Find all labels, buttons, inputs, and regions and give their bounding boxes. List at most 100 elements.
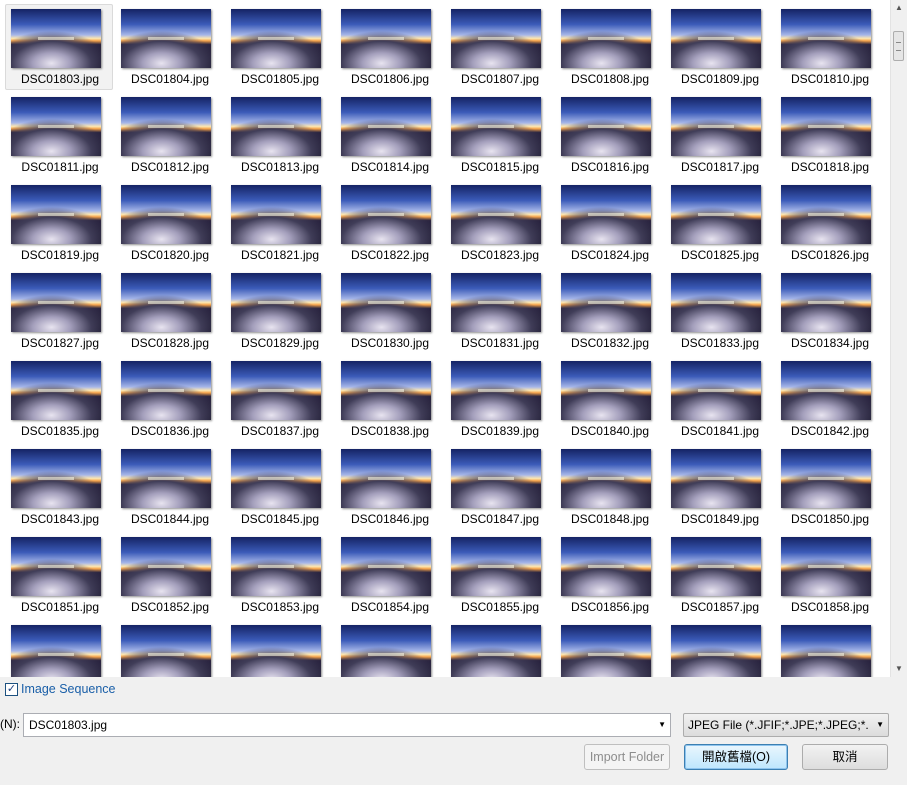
thumbnail-image bbox=[11, 361, 101, 420]
file-thumbnail[interactable] bbox=[665, 620, 773, 677]
file-thumbnail[interactable]: DSC01843.jpg bbox=[5, 444, 113, 530]
file-thumbnail[interactable]: DSC01839.jpg bbox=[445, 356, 553, 442]
file-thumbnail[interactable]: DSC01812.jpg bbox=[115, 92, 223, 178]
file-thumbnail[interactable]: DSC01808.jpg bbox=[555, 4, 663, 90]
file-thumbnail[interactable]: DSC01833.jpg bbox=[665, 268, 773, 354]
file-thumbnail[interactable]: DSC01853.jpg bbox=[225, 532, 333, 618]
file-thumbnail[interactable]: DSC01828.jpg bbox=[115, 268, 223, 354]
scrollbar-thumb[interactable] bbox=[893, 31, 904, 61]
file-thumbnail[interactable]: DSC01819.jpg bbox=[5, 180, 113, 266]
thumbnail-image bbox=[451, 273, 541, 332]
file-thumbnail[interactable]: DSC01818.jpg bbox=[775, 92, 883, 178]
file-thumbnail[interactable]: DSC01803.jpg bbox=[5, 4, 113, 90]
thumbnail-image bbox=[671, 625, 761, 677]
file-thumbnail[interactable]: DSC01856.jpg bbox=[555, 532, 663, 618]
file-name-label: DSC01811.jpg bbox=[21, 160, 99, 174]
file-thumbnail[interactable] bbox=[115, 620, 223, 677]
file-thumbnail[interactable]: DSC01840.jpg bbox=[555, 356, 663, 442]
file-thumbnail[interactable]: DSC01837.jpg bbox=[225, 356, 333, 442]
open-button[interactable]: 開啟舊檔(O) bbox=[684, 744, 788, 770]
file-thumbnail[interactable]: DSC01820.jpg bbox=[115, 180, 223, 266]
file-thumbnail[interactable]: DSC01821.jpg bbox=[225, 180, 333, 266]
file-name-label: DSC01826.jpg bbox=[790, 248, 870, 262]
file-thumbnail[interactable]: DSC01827.jpg bbox=[5, 268, 113, 354]
file-thumbnail[interactable]: DSC01848.jpg bbox=[555, 444, 663, 530]
thumbnail-image bbox=[121, 625, 211, 677]
file-thumbnail-grid[interactable]: DSC01803.jpg DSC01804.jpg DSC01805.jpg DSC0… bbox=[0, 0, 890, 677]
vertical-scrollbar[interactable]: ▲ ▼ bbox=[890, 0, 907, 677]
file-thumbnail[interactable]: DSC01816.jpg bbox=[555, 92, 663, 178]
thumbnail-image bbox=[671, 361, 761, 420]
thumbnail-image bbox=[671, 449, 761, 508]
file-thumbnail[interactable]: DSC01804.jpg bbox=[115, 4, 223, 90]
file-thumbnail[interactable]: DSC01857.jpg bbox=[665, 532, 773, 618]
file-name-label: DSC01823.jpg bbox=[460, 248, 540, 262]
file-thumbnail[interactable]: DSC01809.jpg bbox=[665, 4, 773, 90]
file-thumbnail[interactable]: DSC01835.jpg bbox=[5, 356, 113, 442]
file-thumbnail[interactable] bbox=[335, 620, 443, 677]
import-folder-button[interactable]: Import Folder bbox=[584, 744, 670, 770]
file-thumbnail[interactable]: DSC01855.jpg bbox=[445, 532, 553, 618]
file-thumbnail[interactable]: DSC01850.jpg bbox=[775, 444, 883, 530]
file-name-label: DSC01836.jpg bbox=[130, 424, 210, 438]
file-thumbnail[interactable]: DSC01851.jpg bbox=[5, 532, 113, 618]
thumbnail-image bbox=[451, 537, 541, 596]
file-thumbnail[interactable]: DSC01832.jpg bbox=[555, 268, 663, 354]
file-thumbnail[interactable]: DSC01822.jpg bbox=[335, 180, 443, 266]
file-thumbnail[interactable] bbox=[445, 620, 553, 677]
file-name-label: DSC01829.jpg bbox=[240, 336, 320, 350]
chevron-down-icon[interactable]: ▼ bbox=[658, 720, 666, 729]
file-thumbnail[interactable]: DSC01807.jpg bbox=[445, 4, 553, 90]
file-thumbnail[interactable]: DSC01845.jpg bbox=[225, 444, 333, 530]
file-thumbnail[interactable] bbox=[555, 620, 663, 677]
file-name-label: DSC01857.jpg bbox=[680, 600, 760, 614]
file-thumbnail[interactable]: DSC01858.jpg bbox=[775, 532, 883, 618]
file-thumbnail[interactable]: DSC01824.jpg bbox=[555, 180, 663, 266]
file-name-label: DSC01846.jpg bbox=[350, 512, 430, 526]
file-type-value: JPEG File (*.JFIF;*.JPE;*.JPEG;*.JPG) bbox=[688, 718, 868, 732]
file-thumbnail[interactable]: DSC01831.jpg bbox=[445, 268, 553, 354]
file-thumbnail[interactable]: DSC01842.jpg bbox=[775, 356, 883, 442]
file-thumbnail[interactable]: DSC01841.jpg bbox=[665, 356, 773, 442]
chevron-down-icon[interactable]: ▼ bbox=[876, 720, 884, 729]
file-thumbnail[interactable]: DSC01838.jpg bbox=[335, 356, 443, 442]
filename-value[interactable]: DSC01803.jpg bbox=[29, 718, 107, 732]
scroll-up-arrow-icon[interactable]: ▲ bbox=[891, 0, 907, 16]
file-thumbnail[interactable] bbox=[775, 620, 883, 677]
file-thumbnail[interactable]: DSC01834.jpg bbox=[775, 268, 883, 354]
filename-input[interactable]: DSC01803.jpg ▼ bbox=[23, 713, 671, 737]
file-thumbnail[interactable]: DSC01836.jpg bbox=[115, 356, 223, 442]
file-thumbnail[interactable]: DSC01846.jpg bbox=[335, 444, 443, 530]
file-thumbnail[interactable]: DSC01823.jpg bbox=[445, 180, 553, 266]
image-sequence-label[interactable]: Image Sequence bbox=[21, 682, 116, 696]
image-sequence-checkbox[interactable]: ✓ bbox=[5, 683, 18, 696]
file-thumbnail[interactable] bbox=[5, 620, 113, 677]
file-thumbnail[interactable]: DSC01813.jpg bbox=[225, 92, 333, 178]
thumbnail-image bbox=[781, 625, 871, 677]
file-thumbnail[interactable]: DSC01817.jpg bbox=[665, 92, 773, 178]
file-thumbnail[interactable]: DSC01805.jpg bbox=[225, 4, 333, 90]
file-thumbnail[interactable]: DSC01811.jpg bbox=[5, 92, 113, 178]
thumbnail-image bbox=[561, 97, 651, 156]
file-thumbnail[interactable]: DSC01847.jpg bbox=[445, 444, 553, 530]
file-name-label: DSC01813.jpg bbox=[240, 160, 320, 174]
file-thumbnail[interactable]: DSC01849.jpg bbox=[665, 444, 773, 530]
file-thumbnail[interactable]: DSC01825.jpg bbox=[665, 180, 773, 266]
file-thumbnail[interactable]: DSC01830.jpg bbox=[335, 268, 443, 354]
file-thumbnail[interactable]: DSC01852.jpg bbox=[115, 532, 223, 618]
file-thumbnail[interactable]: DSC01810.jpg bbox=[775, 4, 883, 90]
thumbnail-image bbox=[231, 361, 321, 420]
file-thumbnail[interactable]: DSC01806.jpg bbox=[335, 4, 443, 90]
file-name-label: DSC01840.jpg bbox=[570, 424, 650, 438]
file-thumbnail[interactable]: DSC01844.jpg bbox=[115, 444, 223, 530]
file-thumbnail[interactable]: DSC01826.jpg bbox=[775, 180, 883, 266]
cancel-button[interactable]: 取消 bbox=[802, 744, 888, 770]
file-name-label: DSC01854.jpg bbox=[350, 600, 430, 614]
scroll-down-arrow-icon[interactable]: ▼ bbox=[891, 661, 907, 677]
file-thumbnail[interactable]: DSC01829.jpg bbox=[225, 268, 333, 354]
file-thumbnail[interactable] bbox=[225, 620, 333, 677]
file-thumbnail[interactable]: DSC01815.jpg bbox=[445, 92, 553, 178]
file-type-select[interactable]: JPEG File (*.JFIF;*.JPE;*.JPEG;*.JPG) ▼ bbox=[683, 713, 889, 737]
file-thumbnail[interactable]: DSC01854.jpg bbox=[335, 532, 443, 618]
file-thumbnail[interactable]: DSC01814.jpg bbox=[335, 92, 443, 178]
